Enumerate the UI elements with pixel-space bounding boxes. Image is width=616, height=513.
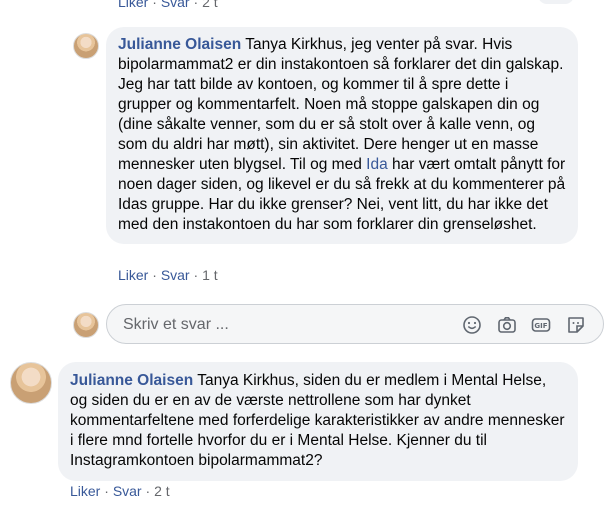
avatar[interactable] (10, 362, 52, 404)
timestamp: 2 t (202, 0, 218, 10)
comment-bubble: Julianne Olaisen Tanya Kirkhus, jeg vent… (106, 27, 578, 244)
comment-meta: Liker · Svar · 2 t (70, 483, 170, 499)
comment-author[interactable]: Julianne Olaisen (118, 36, 241, 53)
separator: · (148, 267, 161, 283)
separator: · (100, 483, 113, 499)
like-link[interactable]: Liker (118, 267, 148, 283)
reply-link[interactable]: Svar (113, 483, 142, 499)
avatar[interactable] (73, 33, 99, 59)
gif-icon[interactable]: GIF (530, 314, 552, 336)
previous-comment-meta: Liker · Svar · 2 t (118, 0, 218, 10)
timestamp: 1 t (202, 267, 218, 283)
avatar[interactable] (73, 312, 99, 338)
like-link[interactable]: Liker (70, 483, 100, 499)
comment-meta: Liker · Svar · 1 t (118, 267, 218, 283)
reply-link[interactable]: Svar (161, 0, 190, 10)
like-link[interactable]: Liker (118, 0, 148, 10)
emoji-icon[interactable] (461, 314, 483, 336)
comment-bubble: Julianne Olaisen Tanya Kirkhus, siden du… (58, 362, 578, 481)
separator: · (189, 267, 203, 283)
sticker-icon[interactable] (565, 314, 587, 336)
separator: · (189, 0, 203, 10)
reply-composer: GIF (106, 304, 604, 344)
reply-input[interactable] (121, 312, 445, 338)
timestamp: 2 t (154, 483, 170, 499)
svg-text:GIF: GIF (534, 322, 547, 330)
reaction-stub (538, 0, 574, 4)
reply-link[interactable]: Svar (161, 267, 190, 283)
comment-author[interactable]: Julianne Olaisen (70, 372, 193, 389)
camera-icon[interactable] (496, 314, 518, 336)
comment-text: Tanya Kirkhus, jeg venter på svar. Hvis … (118, 36, 564, 173)
mention-link[interactable]: Ida (366, 156, 388, 173)
separator: · (141, 483, 155, 499)
separator: · (148, 0, 161, 10)
